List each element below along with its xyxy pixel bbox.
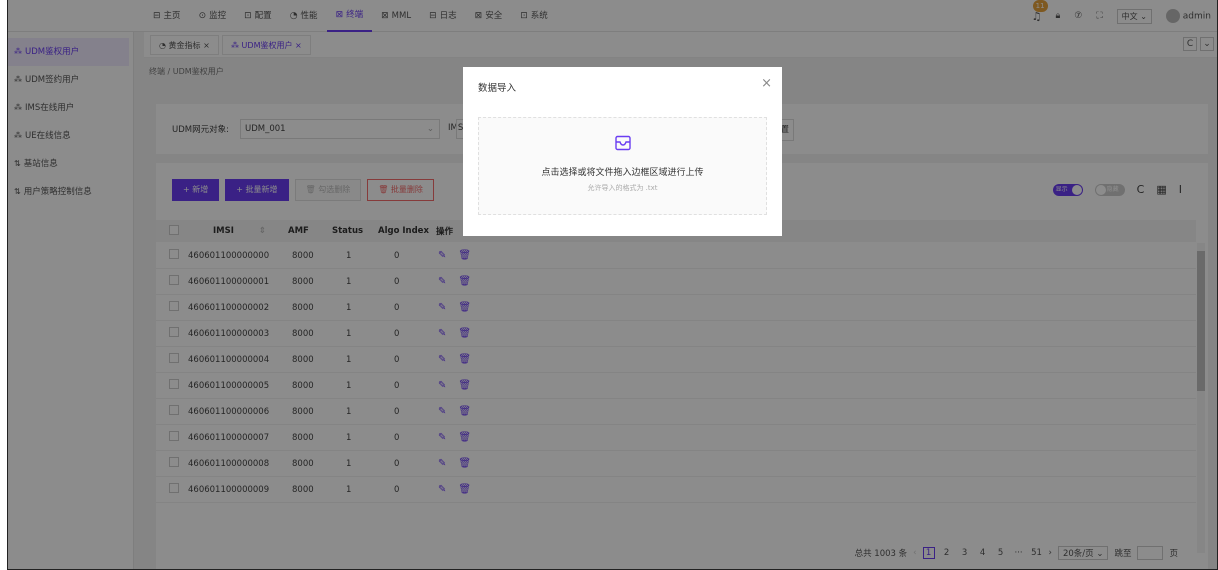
import-dialog: 数据导入 × 点击选择或将文件拖入边框区域进行上传 允许导入的格式为 .txt: [463, 67, 782, 236]
upload-dropzone[interactable]: 点击选择或将文件拖入边框区域进行上传 允许导入的格式为 .txt: [478, 117, 767, 215]
dialog-title: 数据导入: [478, 83, 517, 94]
dropzone-text: 点击选择或将文件拖入边框区域进行上传: [541, 168, 704, 178]
close-icon[interactable]: ×: [761, 76, 772, 91]
dropzone-hint: 允许导入的格式为 .txt: [587, 184, 658, 192]
app-window: ⊟ 主页 ⊙ 监控 ⊡ 配置 ◔ 性能 ⊠ 终端 ⊠ MML ⊟ 日志 ⊠ 安全 ⊡ 系统 ♫ 11…: [7, 0, 1218, 570]
inbox-icon: [479, 134, 766, 155]
